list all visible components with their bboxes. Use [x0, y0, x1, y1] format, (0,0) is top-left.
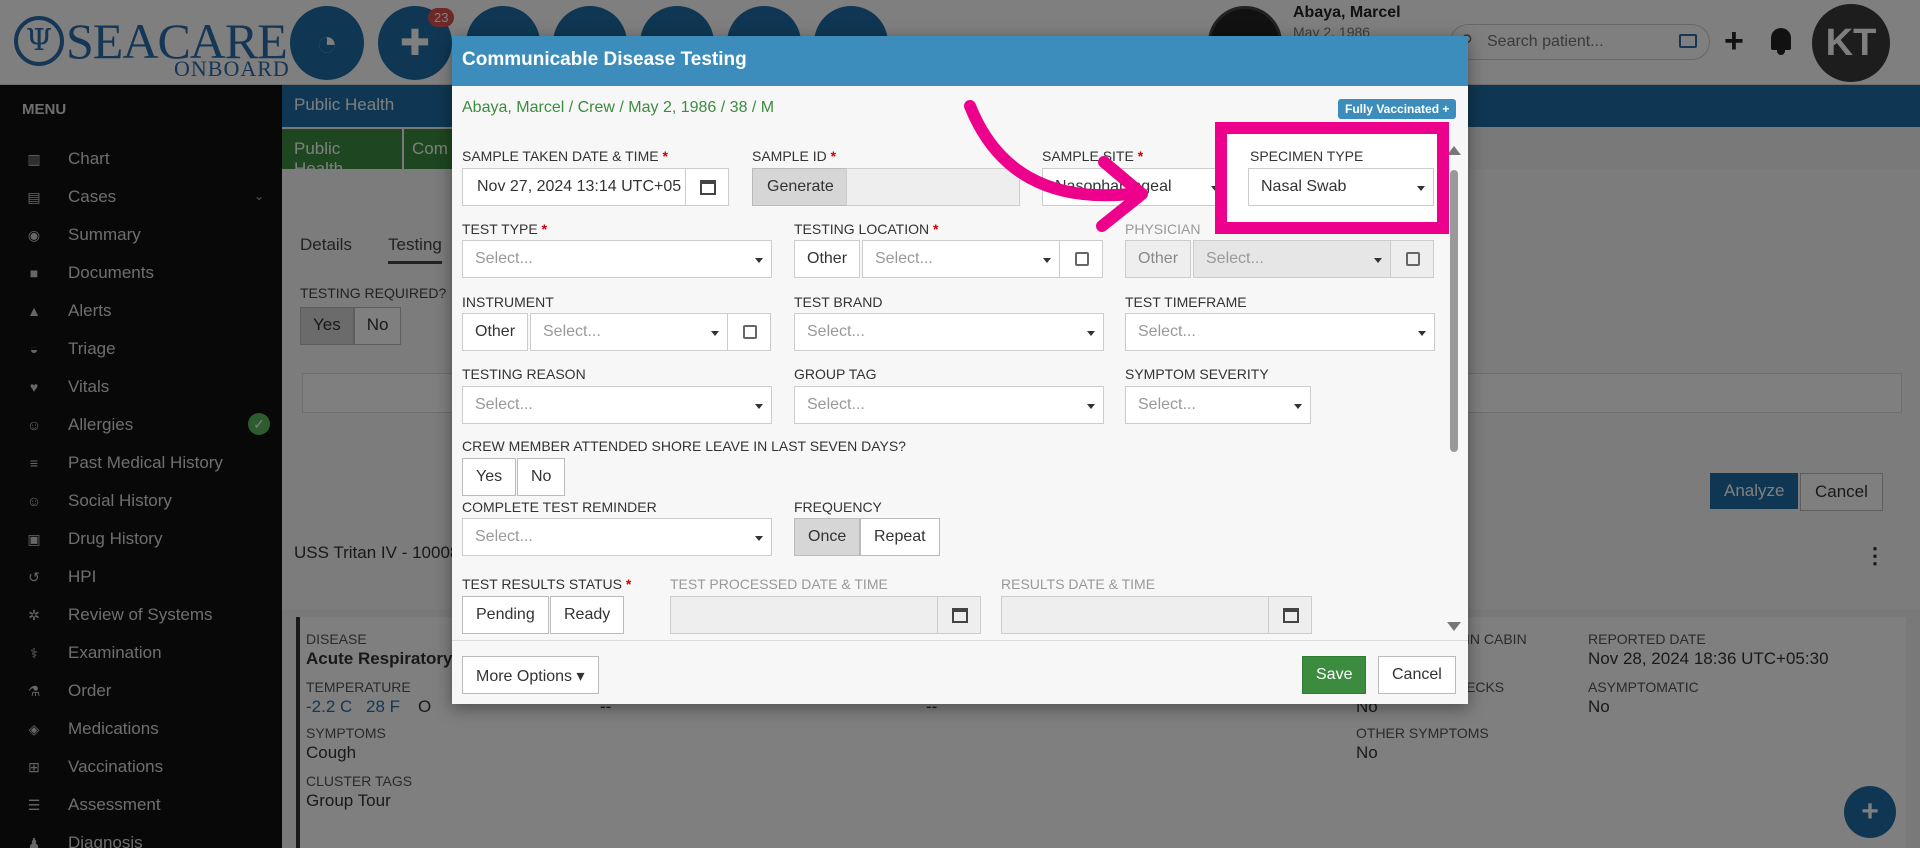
edit-icon: [1075, 252, 1089, 266]
modal-title: Communicable Disease Testing: [462, 49, 747, 70]
sample-taken-label: SAMPLE TAKEN DATE & TIME *: [462, 148, 668, 164]
complete-test-reminder-label: COMPLETE TEST REMINDER: [462, 499, 657, 515]
caret-down-icon: [755, 404, 763, 409]
modal-scroll-thumb[interactable]: [1450, 170, 1458, 452]
caret-down-icon: [1087, 404, 1095, 409]
caret-down-icon: [711, 331, 719, 336]
test-type-label: TEST TYPE *: [462, 221, 548, 237]
testing-location-label: TESTING LOCATION *: [794, 221, 939, 237]
shore-leave-no[interactable]: No: [517, 458, 566, 496]
calendar-icon: [1283, 608, 1299, 623]
scroll-down-arrow-icon[interactable]: [1447, 622, 1461, 631]
caret-down-icon: [1418, 331, 1426, 336]
shore-leave-label: CREW MEMBER ATTENDED SHORE LEAVE IN LAST…: [462, 438, 906, 454]
results-status-ready[interactable]: Ready: [550, 596, 625, 634]
test-type-select[interactable]: Select...: [462, 240, 772, 278]
results-date-label: RESULTS DATE & TIME: [1001, 576, 1156, 592]
vaccination-status-badge[interactable]: Fully Vaccinated +: [1338, 99, 1457, 119]
results-date-input[interactable]: [1001, 596, 1269, 634]
testing-reason-select[interactable]: Select...: [462, 386, 772, 424]
test-brand-select[interactable]: Select...: [794, 313, 1104, 351]
caret-down-icon: [755, 536, 763, 541]
generate-button[interactable]: Generate: [752, 168, 849, 206]
instrument-select[interactable]: Select...: [530, 313, 728, 351]
edit-icon: [1406, 252, 1420, 266]
testing-location-edit-button[interactable]: [1059, 240, 1103, 278]
caret-down-icon: [1417, 186, 1425, 191]
frequency-label: FREQUENCY: [794, 499, 882, 515]
cancel-button[interactable]: Cancel: [1378, 656, 1456, 694]
annotation-arrow-icon: [964, 100, 1148, 232]
calendar-icon: [952, 608, 968, 623]
frequency-repeat[interactable]: Repeat: [860, 518, 940, 556]
results-status-pending[interactable]: Pending: [462, 596, 549, 634]
test-brand-label: TEST BRAND: [794, 294, 883, 310]
calendar-icon: [700, 180, 716, 195]
instrument-edit-button[interactable]: [727, 313, 771, 351]
edit-icon: [743, 325, 757, 339]
symptom-severity-select[interactable]: Select...: [1125, 386, 1311, 424]
test-timeframe-label: TEST TIMEFRAME: [1125, 294, 1247, 310]
testing-location-other-button[interactable]: Other: [794, 240, 861, 278]
caret-down-icon: [1294, 404, 1302, 409]
sample-id-label: SAMPLE ID *: [752, 148, 837, 164]
complete-test-reminder-select[interactable]: Select...: [462, 518, 772, 556]
test-timeframe-select[interactable]: Select...: [1125, 313, 1435, 351]
sample-taken-calendar-button[interactable]: [685, 168, 729, 206]
test-results-status-label: TEST RESULTS STATUS *: [462, 576, 632, 592]
test-processed-input[interactable]: [670, 596, 938, 634]
sample-taken-input[interactable]: Nov 27, 2024 13:14 UTC+05:30: [462, 168, 686, 206]
physician-select[interactable]: Select...: [1193, 240, 1391, 278]
group-tag-select[interactable]: Select...: [794, 386, 1104, 424]
specimen-type-select[interactable]: Nasal Swab: [1248, 168, 1434, 206]
physician-other-button[interactable]: Other: [1125, 240, 1192, 278]
symptom-severity-label: SYMPTOM SEVERITY: [1125, 366, 1269, 382]
frequency-once[interactable]: Once: [794, 518, 861, 556]
specimen-type-label: SPECIMEN TYPE: [1250, 148, 1364, 164]
test-processed-calendar-button[interactable]: [937, 596, 981, 634]
save-button[interactable]: Save: [1302, 656, 1367, 694]
testing-location-select[interactable]: Select...: [862, 240, 1060, 278]
modal-header: Communicable Disease Testing: [452, 36, 1468, 86]
caret-down-icon: [1374, 258, 1382, 263]
physician-edit-button[interactable]: [1390, 240, 1434, 278]
instrument-label: INSTRUMENT: [462, 294, 554, 310]
modal-patient-info: Abaya, Marcel / Crew / May 2, 1986 / 38 …: [462, 99, 775, 116]
shore-leave-yes[interactable]: Yes: [462, 458, 517, 496]
caret-down-icon: [1087, 331, 1095, 336]
specimen-type-highlight: SPECIMEN TYPE Nasal Swab: [1215, 122, 1449, 234]
more-options-button[interactable]: More Options ▾: [462, 656, 599, 694]
results-date-calendar-button[interactable]: [1268, 596, 1312, 634]
modal-footer-divider: [452, 640, 1468, 641]
instrument-other-button[interactable]: Other: [462, 313, 529, 351]
test-processed-label: TEST PROCESSED DATE & TIME: [670, 576, 888, 592]
scroll-up-arrow-icon[interactable]: [1447, 146, 1461, 155]
caret-down-icon: [755, 258, 763, 263]
testing-reason-label: TESTING REASON: [462, 366, 586, 382]
group-tag-label: GROUP TAG: [794, 366, 877, 382]
caret-down-icon: [1043, 258, 1051, 263]
